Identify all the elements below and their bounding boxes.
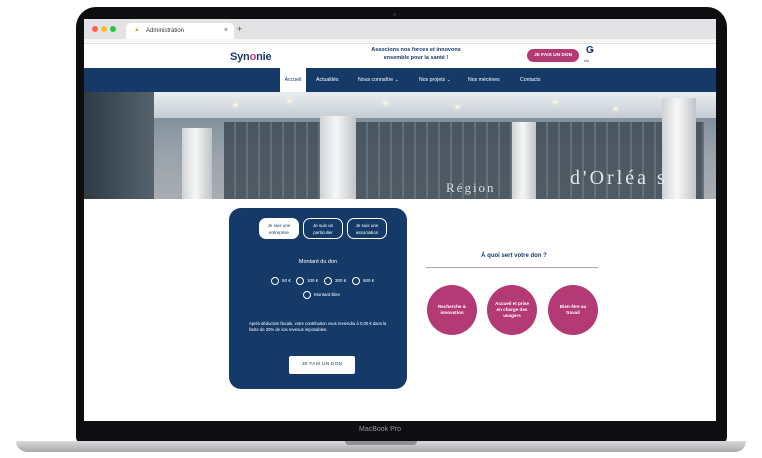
amount-radio-100[interactable] (296, 277, 304, 285)
donate-submit-button[interactable]: JE FAIS UN DON (289, 356, 355, 374)
donor-type-entreprise[interactable]: Je suis une entreprise (259, 218, 299, 239)
amount-radio-free[interactable] (303, 291, 311, 299)
purpose-title: À quoi sert votre don ? (481, 253, 547, 259)
purpose-accueil-usagers[interactable]: Accueil et prise en charge des usagers (487, 285, 537, 335)
donor-type-line-1: Je suis une (267, 223, 291, 228)
donor-type-line-1: Je suis un (312, 223, 334, 228)
screen: ▲ Administration × + Synonie Associons n… (84, 19, 716, 421)
donor-type-line-1: Je suis une (355, 223, 379, 228)
amount-label-300: 300 € (335, 278, 347, 283)
ceiling-light (554, 101, 557, 103)
amount-radio-300[interactable] (324, 277, 332, 285)
amount-radio-500[interactable] (352, 277, 360, 285)
hero-sign-region: Région (446, 180, 496, 195)
nav-item-nos-projets[interactable]: Nos projets ⌄ (419, 68, 451, 92)
site-tagline: Associons nos forces et innovons ensembl… (360, 46, 472, 62)
partner-logo-mark: Ǥ (586, 45, 594, 56)
ceiling-light (234, 104, 237, 106)
tab-title: Administration (146, 28, 185, 34)
ceiling-light (614, 108, 617, 110)
laptop-base-notch (345, 441, 417, 445)
nav-item-nous-connaitre[interactable]: Nous connaître ⌄ (358, 68, 399, 92)
browser-tab[interactable]: ▲ Administration × (126, 23, 234, 39)
logo-text-prefix: Syn (230, 51, 250, 63)
amount-title: Montant du don (298, 259, 338, 265)
laptop-model-label: MacBook Pro (358, 426, 402, 433)
logo-text-suffix: nie (256, 51, 272, 63)
purpose-bien-etre-travail[interactable]: Bien-être au travail (548, 285, 598, 335)
partner-logo-text: chr (584, 59, 589, 63)
donation-form-card: Je suis une entreprise Je suis un partic… (229, 208, 407, 389)
nav-item-nos-mecenes[interactable]: Nos mécènes (468, 68, 500, 92)
camera (393, 13, 396, 16)
amount-label-100: 100 € (307, 278, 319, 283)
partner-logo[interactable]: Ǥ chr (584, 45, 598, 67)
donor-type-line-2: entreprise (268, 230, 289, 235)
ceiling-light (384, 102, 387, 104)
browser-tab-bar: ▲ Administration × + (84, 19, 716, 39)
laptop-mockup: ▲ Administration × + Synonie Associons n… (0, 0, 762, 458)
donate-header-button[interactable]: JE FAIS UN DON (527, 49, 579, 62)
site-favicon-icon: ▲ (134, 27, 140, 33)
hero-sign-city: d'Orléa s (570, 167, 668, 189)
main-navigation: Accueil Actualités Nous connaître ⌄ Nos … (84, 68, 716, 92)
tagline-line-2: ensemble pour la santé ! (383, 55, 449, 61)
new-tab-icon[interactable]: + (237, 25, 242, 34)
amount-label-500: 500 € (363, 278, 375, 283)
amount-label-50: 50 € (282, 278, 291, 283)
maximize-window-button[interactable] (110, 26, 116, 32)
hero-ceiling (84, 92, 716, 118)
close-window-button[interactable] (92, 26, 98, 32)
close-tab-icon[interactable]: × (224, 27, 228, 34)
purpose-divider (426, 267, 598, 268)
hero-column (320, 116, 356, 199)
amount-label-free: Montant libre (314, 292, 341, 297)
tagline-line-1: Associons nos forces et innovons (371, 47, 461, 53)
nav-item-contacts[interactable]: Contacts (520, 68, 540, 92)
tax-deduction-note: Après déduction fiscale, votre contribut… (249, 321, 387, 332)
donor-type-line-2: particulier (313, 230, 333, 235)
hero-column (182, 128, 212, 199)
ceiling-light (456, 106, 459, 108)
ceiling-light (288, 100, 291, 102)
minimize-window-button[interactable] (101, 26, 107, 32)
nav-item-actualites[interactable]: Actualités (316, 68, 339, 92)
hero-left-facade (84, 92, 154, 199)
site-header: Synonie Associons nos forces et innovons… (84, 44, 716, 68)
nav-item-accueil[interactable]: Accueil (280, 68, 306, 92)
donor-type-particulier[interactable]: Je suis un particulier (303, 218, 343, 239)
amount-radio-50[interactable] (271, 277, 279, 285)
donor-type-association[interactable]: Je suis une association (347, 218, 387, 239)
hero-image: Région d'Orléa s (84, 92, 716, 199)
donor-type-line-2: association (355, 230, 379, 235)
hero-column (512, 122, 536, 199)
site-logo[interactable]: Synonie (230, 51, 272, 63)
purpose-recherche-innovation[interactable]: Recherche & innovation (427, 285, 477, 335)
